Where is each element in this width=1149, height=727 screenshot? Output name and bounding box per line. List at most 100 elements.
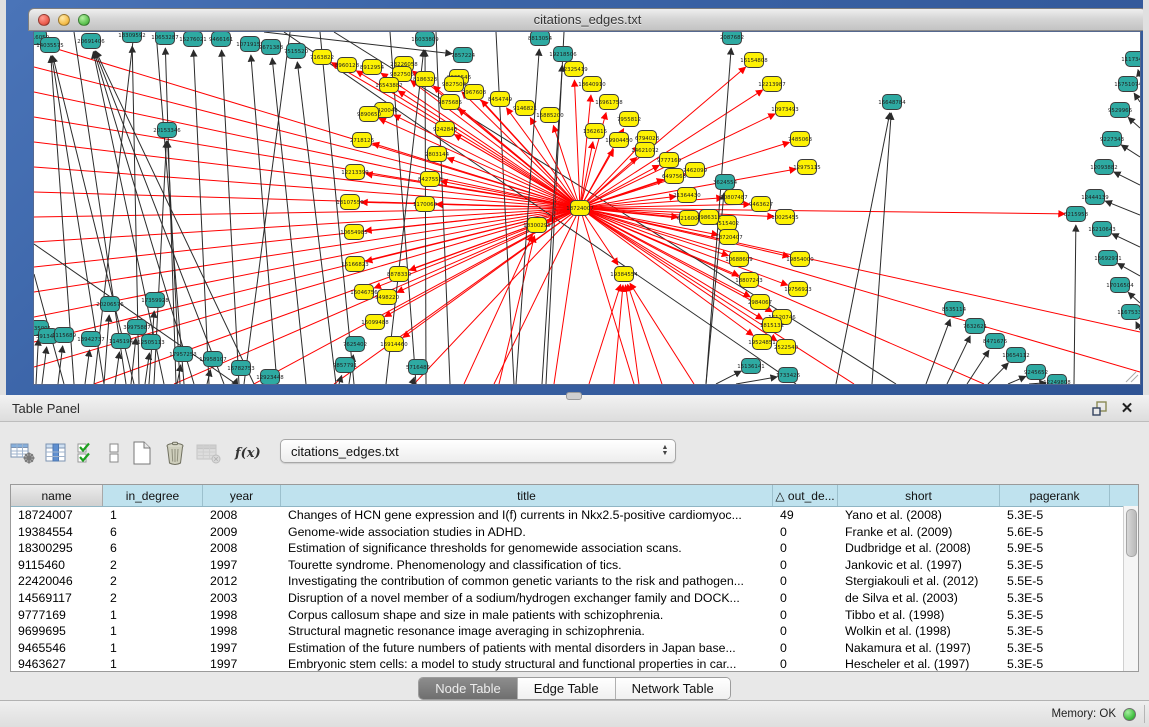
table-cell[interactable]: 2008 — [203, 540, 281, 557]
citation-edge[interactable] — [625, 285, 639, 384]
table-row[interactable]: 946554611997Estimation of the future num… — [11, 640, 1138, 657]
graph-edge[interactable] — [1121, 145, 1140, 157]
node-table[interactable]: namein_degreeyeartitle△ out_de...shortpa… — [10, 484, 1139, 672]
graph-edge[interactable] — [1128, 292, 1140, 303]
table-cell[interactable]: 9115460 — [11, 557, 103, 574]
table-cell[interactable]: 5.3E-5 — [1000, 607, 1110, 624]
select-columns-icon[interactable] — [76, 440, 98, 466]
table-cell[interactable]: 1 — [103, 607, 203, 624]
graph-edge[interactable] — [1138, 70, 1140, 77]
graph-edge[interactable] — [36, 339, 38, 384]
citation-edge[interactable] — [580, 208, 1140, 372]
graph-edge[interactable] — [1008, 376, 1026, 384]
table-scrollbar-thumb[interactable] — [1126, 509, 1137, 557]
graph-edge[interactable] — [1114, 172, 1140, 185]
table-cell[interactable]: 0 — [773, 640, 838, 657]
table-cell[interactable]: Jankovic et al. (1997) — [838, 557, 1000, 574]
table-cell[interactable]: Corpus callosum shape and size in male p… — [281, 607, 773, 624]
graph-edge[interactable] — [1136, 322, 1140, 330]
table-cell[interactable]: 2008 — [203, 507, 281, 524]
table-cell[interactable]: 49 — [773, 507, 838, 524]
column-header-6[interactable]: pagerank — [1000, 485, 1110, 506]
citation-edge[interactable] — [630, 283, 694, 384]
citation-edge[interactable] — [34, 208, 580, 292]
table-cell[interactable]: 1 — [103, 640, 203, 657]
table-cell[interactable]: 18724007 — [11, 507, 103, 524]
table-cell[interactable]: 6 — [103, 524, 203, 541]
table-cell[interactable]: 2 — [103, 573, 203, 590]
table-cell[interactable]: 0 — [773, 524, 838, 541]
graph-edge[interactable] — [926, 319, 950, 384]
table-cell[interactable]: 18300295 — [11, 540, 103, 557]
table-cell[interactable]: Disruption of a novel member of a sodium… — [281, 590, 773, 607]
table-cell[interactable]: 0 — [773, 656, 838, 672]
table-cell[interactable]: Changes of HCN gene expression and I(f) … — [281, 507, 773, 524]
column-header-0[interactable]: name — [11, 485, 103, 506]
citation-edge[interactable] — [373, 143, 580, 208]
table-cell[interactable]: 0 — [773, 557, 838, 574]
table-cell[interactable]: 9465546 — [11, 640, 103, 657]
citation-edge[interactable] — [34, 208, 580, 217]
citation-edge[interactable] — [34, 67, 580, 208]
graph-edge[interactable] — [736, 377, 777, 384]
graph-edge[interactable] — [272, 58, 306, 384]
table-settings-icon[interactable] — [10, 440, 36, 466]
graph-edge[interactable] — [716, 371, 741, 384]
citation-edge[interactable] — [499, 236, 534, 384]
table-cell[interactable]: Tourette syndrome. Phenomenology and cla… — [281, 557, 773, 574]
graph-edge[interactable] — [244, 32, 290, 384]
table-cell[interactable]: 5.9E-5 — [1000, 540, 1110, 557]
table-row[interactable]: 1938455462009Genome-wide association stu… — [11, 524, 1138, 541]
table-cell[interactable]: 0 — [773, 573, 838, 590]
minimize-window-button[interactable] — [58, 14, 70, 26]
graph-edge[interactable] — [235, 378, 237, 384]
row-height-icon[interactable] — [107, 440, 121, 466]
table-cell[interactable]: Nakamura et al. (1997) — [838, 640, 1000, 657]
table-cell[interactable]: 2012 — [203, 573, 281, 590]
table-source-select[interactable]: citations_edges.txt ▲▼ — [280, 439, 676, 463]
table-cell[interactable]: 1997 — [203, 557, 281, 574]
graph-edge[interactable] — [1118, 263, 1140, 276]
graph-edge[interactable] — [85, 350, 90, 384]
table-row[interactable]: 911546021997Tourette syndrome. Phenomeno… — [11, 557, 1138, 574]
citation-edge[interactable] — [580, 208, 634, 384]
graph-edge[interactable] — [1074, 225, 1076, 384]
table-row[interactable]: 969969511998Structural magnetic resonanc… — [11, 623, 1138, 640]
table-cell[interactable]: 22420046 — [11, 573, 103, 590]
graph-edge[interactable] — [251, 55, 277, 384]
table-row[interactable]: 946362711997Embryonic stem cells: a mode… — [11, 656, 1138, 672]
table-cell[interactable]: Yano et al. (2008) — [838, 507, 1000, 524]
table-cell[interactable]: 14569117 — [11, 590, 103, 607]
citation-edge[interactable] — [464, 235, 532, 384]
table-cell[interactable]: Wolkin et al. (1998) — [838, 623, 1000, 640]
graph-edge[interactable] — [115, 352, 119, 384]
table-row[interactable]: 1830029562008Estimation of significance … — [11, 540, 1138, 557]
graph-edge[interactable] — [1134, 93, 1140, 102]
table-panel-header[interactable]: Table Panel ✕ — [0, 395, 1149, 422]
table-cell[interactable]: 6 — [103, 540, 203, 557]
table-cell[interactable]: de Silva et al. (2003) — [838, 590, 1000, 607]
table-cell[interactable]: 1998 — [203, 623, 281, 640]
table-cell[interactable]: 1 — [103, 623, 203, 640]
function-builder-icon[interactable]: f(x) — [231, 440, 265, 466]
show-columns-icon[interactable] — [45, 440, 67, 466]
table-cell[interactable]: 5.3E-5 — [1000, 623, 1110, 640]
table-cell[interactable]: 0 — [773, 590, 838, 607]
table-cell[interactable]: 5.3E-5 — [1000, 507, 1110, 524]
citation-edge[interactable] — [34, 208, 580, 242]
table-cell[interactable]: 1 — [103, 507, 203, 524]
tab-node-table[interactable]: Node Table — [419, 678, 518, 699]
network-canvas[interactable]: 2616050140355752069140618309592106532871… — [33, 31, 1141, 385]
graph-edge[interactable] — [1128, 117, 1140, 128]
float-panel-icon[interactable] — [1091, 400, 1107, 416]
table-row[interactable]: 977716911998Corpus callosum shape and si… — [11, 607, 1138, 624]
table-row[interactable]: 2242004622012Investigating the contribut… — [11, 573, 1138, 590]
graph-edge[interactable] — [104, 315, 109, 384]
citation-edge[interactable] — [414, 208, 580, 384]
citation-edge[interactable] — [574, 80, 580, 208]
tab-network-table[interactable]: Network Table — [616, 678, 730, 699]
table-cell[interactable]: 0 — [773, 607, 838, 624]
column-header-1[interactable]: in_degree — [103, 485, 203, 506]
table-cell[interactable]: Dudbridge et al. (2008) — [838, 540, 1000, 557]
memory-status-indicator[interactable] — [1123, 708, 1136, 721]
